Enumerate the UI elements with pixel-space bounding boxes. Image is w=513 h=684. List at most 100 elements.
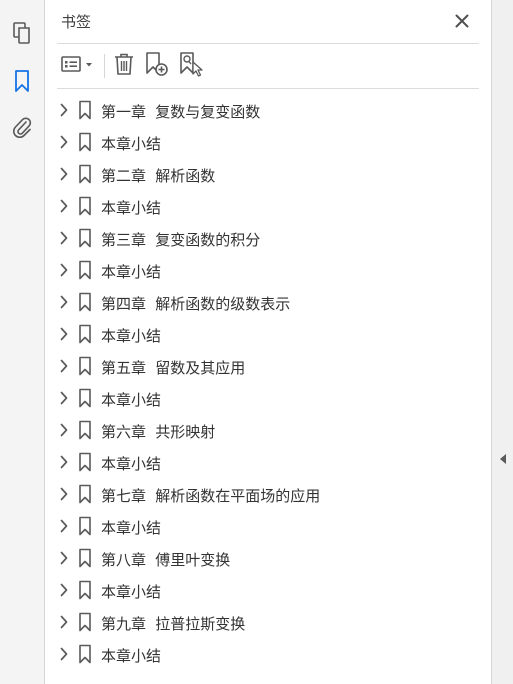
- bookmark-label: 第九章 拉普拉斯变换: [101, 615, 246, 633]
- bookmark-label: 本章小结: [101, 647, 162, 665]
- bookmark-icon: [77, 388, 93, 408]
- bookmark-item[interactable]: 本章小结: [45, 254, 491, 286]
- delete-bookmark-icon: [113, 52, 135, 80]
- close-icon: [455, 13, 469, 32]
- chevron-right-icon[interactable]: [57, 166, 71, 182]
- bookmark-icon: [77, 452, 93, 472]
- bookmark-icon: [77, 356, 93, 376]
- bookmark-label: 第四章 解析函数的级数表示: [101, 295, 291, 313]
- bookmark-label: 本章小结: [101, 327, 162, 345]
- bookmark-item[interactable]: 第三章 复变函数的积分: [45, 222, 491, 254]
- bookmark-item[interactable]: 第八章 傅里叶变换: [45, 542, 491, 574]
- chevron-right-icon[interactable]: [57, 454, 71, 470]
- bookmarks-panel: 书签 第一章 复数与复变函数 本章小结 第二章 解析函数 本章小结 第三章 复变…: [45, 0, 491, 684]
- find-current-bookmark-icon: [178, 51, 204, 81]
- chevron-right-icon[interactable]: [57, 230, 71, 246]
- bookmark-label: 第三章 复变函数的积分: [101, 231, 261, 249]
- header-divider: [57, 43, 479, 44]
- bookmark-label: 第八章 傅里叶变换: [101, 551, 231, 569]
- navigation-rail: [0, 0, 45, 684]
- bookmark-label: 第二章 解析函数: [101, 167, 216, 185]
- bookmark-label: 本章小结: [101, 455, 162, 473]
- chevron-right-icon[interactable]: [57, 550, 71, 566]
- bookmark-icon: [77, 580, 93, 600]
- page-thumbnails-button[interactable]: [9, 22, 35, 48]
- find-current-bookmark-button[interactable]: [177, 52, 205, 80]
- bookmark-icon: [77, 516, 93, 536]
- bookmark-label: 第五章 留数及其应用: [101, 359, 246, 377]
- bookmark-icon: [14, 69, 30, 97]
- bookmark-label: 本章小结: [101, 263, 162, 281]
- chevron-right-icon[interactable]: [57, 486, 71, 502]
- bookmark-icon: [77, 228, 93, 248]
- bookmark-item[interactable]: 本章小结: [45, 446, 491, 478]
- collapse-panel-button[interactable]: [497, 450, 509, 468]
- bookmark-item[interactable]: 第一章 复数与复变函数: [45, 94, 491, 126]
- bookmark-icon: [77, 612, 93, 632]
- bookmark-item[interactable]: 第四章 解析函数的级数表示: [45, 286, 491, 318]
- bookmark-item[interactable]: 本章小结: [45, 574, 491, 606]
- bookmark-label: 第六章 共形映射: [101, 423, 216, 441]
- chevron-right-icon[interactable]: [57, 422, 71, 438]
- chevron-right-icon[interactable]: [57, 518, 71, 534]
- new-bookmark-button[interactable]: [143, 52, 171, 80]
- panel-title: 书签: [61, 13, 92, 31]
- bookmark-item[interactable]: 本章小结: [45, 638, 491, 670]
- chevron-right-icon[interactable]: [57, 582, 71, 598]
- bookmark-icon: [77, 260, 93, 280]
- bookmark-item[interactable]: 本章小结: [45, 190, 491, 222]
- chevron-right-icon[interactable]: [57, 102, 71, 118]
- bookmark-icon: [77, 100, 93, 120]
- page-thumbnails-icon: [11, 21, 33, 49]
- options-menu-button[interactable]: [59, 52, 97, 80]
- bookmark-label: 本章小结: [101, 199, 162, 217]
- bookmark-icon: [77, 292, 93, 312]
- panel-header: 书签: [45, 0, 491, 44]
- attachment-icon: [11, 115, 33, 143]
- panel-splitter: [491, 0, 513, 684]
- chevron-right-icon[interactable]: [57, 358, 71, 374]
- bookmark-icon: [77, 548, 93, 568]
- bookmark-icon: [77, 420, 93, 440]
- chevron-right-icon[interactable]: [57, 198, 71, 214]
- chevron-right-icon[interactable]: [57, 134, 71, 150]
- chevron-right-icon[interactable]: [57, 262, 71, 278]
- toolbar-divider: [57, 88, 479, 89]
- caret-left-icon: [499, 450, 507, 469]
- bookmarks-toolbar: [45, 46, 491, 86]
- new-bookmark-icon: [144, 51, 170, 81]
- toolbar-separator: [104, 54, 105, 78]
- bookmark-item[interactable]: 本章小结: [45, 510, 491, 542]
- delete-bookmark-button[interactable]: [111, 52, 137, 80]
- bookmark-icon: [77, 132, 93, 152]
- bookmark-item[interactable]: 本章小结: [45, 382, 491, 414]
- bookmark-item[interactable]: 本章小结: [45, 318, 491, 350]
- bookmark-label: 本章小结: [101, 391, 162, 409]
- bookmark-item[interactable]: 第六章 共形映射: [45, 414, 491, 446]
- bookmark-icon: [77, 324, 93, 344]
- attachments-button[interactable]: [9, 116, 35, 142]
- bookmark-label: 第七章 解析函数在平面场的应用: [101, 487, 321, 505]
- bookmark-label: 本章小结: [101, 135, 162, 153]
- bookmark-item[interactable]: 第五章 留数及其应用: [45, 350, 491, 382]
- close-panel-button[interactable]: [450, 10, 474, 34]
- bookmark-item[interactable]: 第七章 解析函数在平面场的应用: [45, 478, 491, 510]
- bookmark-tree: 第一章 复数与复变函数 本章小结 第二章 解析函数 本章小结 第三章 复变函数的积分 本章…: [45, 94, 491, 670]
- bookmark-icon: [77, 164, 93, 184]
- chevron-right-icon[interactable]: [57, 390, 71, 406]
- chevron-right-icon[interactable]: [57, 614, 71, 630]
- bookmark-item[interactable]: 第二章 解析函数: [45, 158, 491, 190]
- chevron-right-icon[interactable]: [57, 646, 71, 662]
- bookmarks-button[interactable]: [9, 70, 35, 96]
- bookmark-item[interactable]: 第九章 拉普拉斯变换: [45, 606, 491, 638]
- bookmark-item[interactable]: 本章小结: [45, 126, 491, 158]
- bookmark-label: 第一章 复数与复变函数: [101, 103, 261, 121]
- bookmark-label: 本章小结: [101, 519, 162, 537]
- chevron-right-icon[interactable]: [57, 326, 71, 342]
- chevron-right-icon[interactable]: [57, 294, 71, 310]
- bookmark-label: 本章小结: [101, 583, 162, 601]
- options-menu-icon: [60, 54, 96, 78]
- pdf-reader-sidebar: 书签 第一章 复数与复变函数 本章小结 第二章 解析函数 本章小结 第三章 复变…: [0, 0, 513, 684]
- bookmark-icon: [77, 196, 93, 216]
- bookmark-icon: [77, 644, 93, 664]
